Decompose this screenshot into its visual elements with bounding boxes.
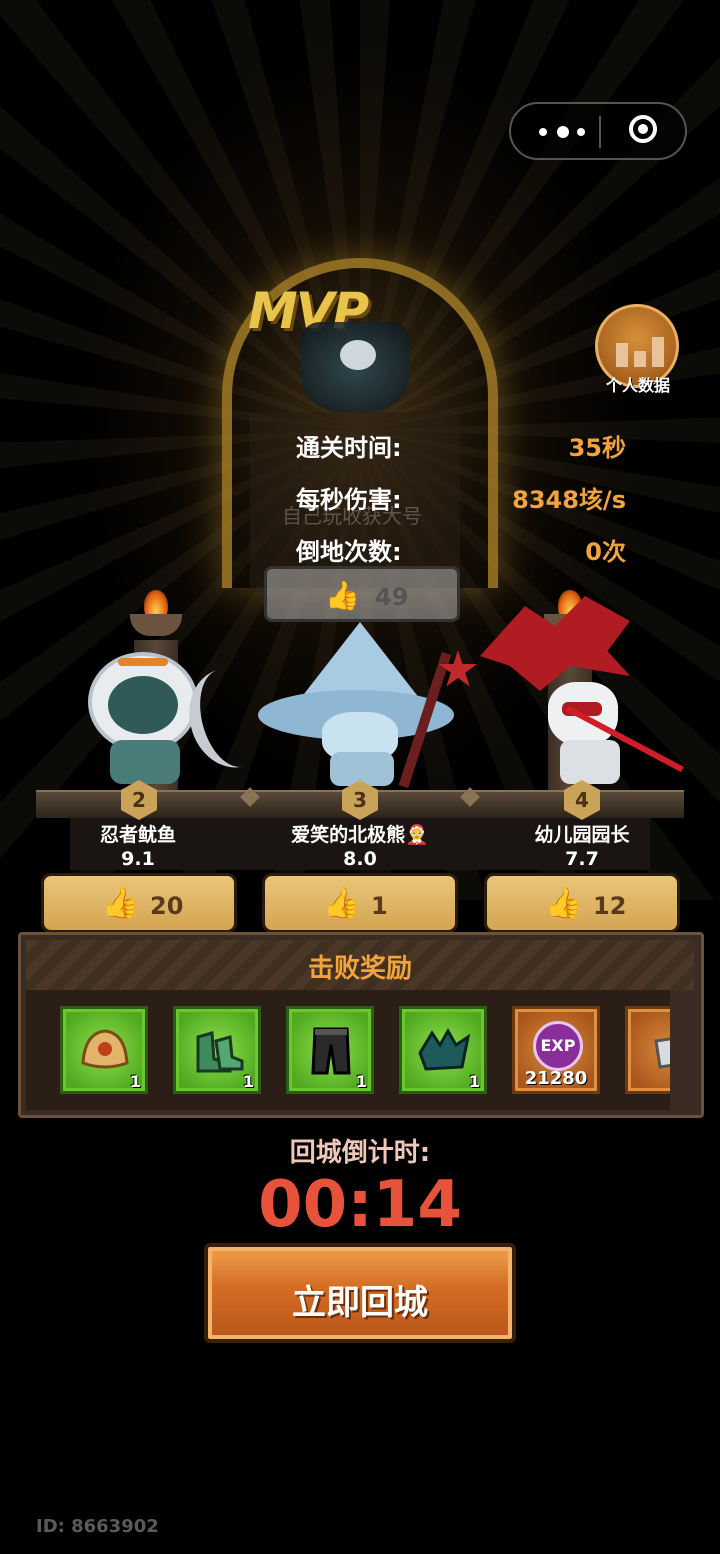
thumbs-up-icon: 👍 — [323, 886, 361, 921]
boots-icon — [196, 1031, 244, 1073]
armor-icon — [418, 1027, 471, 1071]
personal-data-label: 个人数据 — [605, 376, 670, 395]
countdown-label: 回城倒计时: — [289, 1138, 431, 1168]
countdown-timer: 00:14 — [258, 1168, 462, 1242]
stat-row-dps: 每秒伤害: 8348垓/s — [296, 480, 636, 520]
stat-label: 每秒伤害: — [296, 486, 402, 514]
helmet-icon — [81, 1029, 129, 1069]
pants-icon — [311, 1027, 351, 1075]
player-name: 忍者鱿鱼 — [99, 824, 176, 846]
exp-icon: EXP — [533, 1021, 583, 1071]
mvp-character-head — [340, 340, 376, 370]
player-name: 幼儿园园长 — [534, 824, 630, 846]
player-score: 7.7 — [565, 848, 599, 870]
like-count: 20 — [150, 892, 184, 920]
like-button-player-2[interactable]: 👍 20 — [41, 873, 237, 933]
like-count: 1 — [371, 892, 388, 920]
user-id-label: ID: 8663902 — [36, 1516, 159, 1537]
stat-label: 通关时间: — [296, 434, 402, 462]
target-circle-icon[interactable] — [629, 115, 657, 143]
thumbs-up-icon: 👍 — [545, 886, 583, 921]
reward-item-helmet[interactable]: 1 — [60, 1006, 148, 1094]
stat-row-clear-time: 通关时间: 35秒 — [296, 428, 636, 468]
stat-value: 35秒 — [568, 434, 626, 462]
stat-value: 0次 — [585, 538, 626, 566]
reward-item-gauntlet[interactable] — [625, 1006, 670, 1094]
player-name: 爱笑的北极熊🤶 — [291, 824, 429, 846]
capsule-divider — [599, 116, 601, 148]
thumbs-up-icon: 👍 — [102, 886, 140, 921]
gauntlet-icon — [654, 1037, 670, 1069]
mvp-like-button[interactable]: 👍 49 — [264, 566, 460, 622]
stat-value: 8348垓/s — [512, 486, 626, 514]
torch-icon — [126, 590, 186, 650]
reward-item-armor[interactable]: 1 — [399, 1006, 487, 1094]
reward-item-pants[interactable]: 1 — [286, 1006, 374, 1094]
like-button-player-4[interactable]: 👍 12 — [484, 873, 680, 933]
like-count: 12 — [593, 892, 627, 920]
like-count: 49 — [375, 583, 409, 611]
player-score: 8.0 — [343, 848, 377, 870]
capsule-menu — [509, 102, 687, 160]
stat-label: 倒地次数: — [296, 538, 402, 566]
player-score: 9.1 — [121, 848, 155, 870]
like-button-player-3[interactable]: 👍 1 — [262, 873, 458, 933]
thumbs-up-icon: 👍 — [325, 579, 360, 612]
reward-item-boots[interactable]: 1 — [173, 1006, 261, 1094]
bar-chart-icon — [616, 333, 664, 367]
ellipsis-icon[interactable] — [539, 122, 589, 142]
reward-list[interactable]: 1 1 1 1 EXP 21280 — [26, 990, 670, 1110]
reward-item-exp[interactable]: EXP 21280 — [512, 1006, 600, 1094]
return-button-label: 立即回城 — [292, 1283, 428, 1323]
return-to-town-button[interactable]: 立即回城 — [204, 1243, 516, 1343]
reward-title: 击败奖励 — [307, 954, 412, 984]
